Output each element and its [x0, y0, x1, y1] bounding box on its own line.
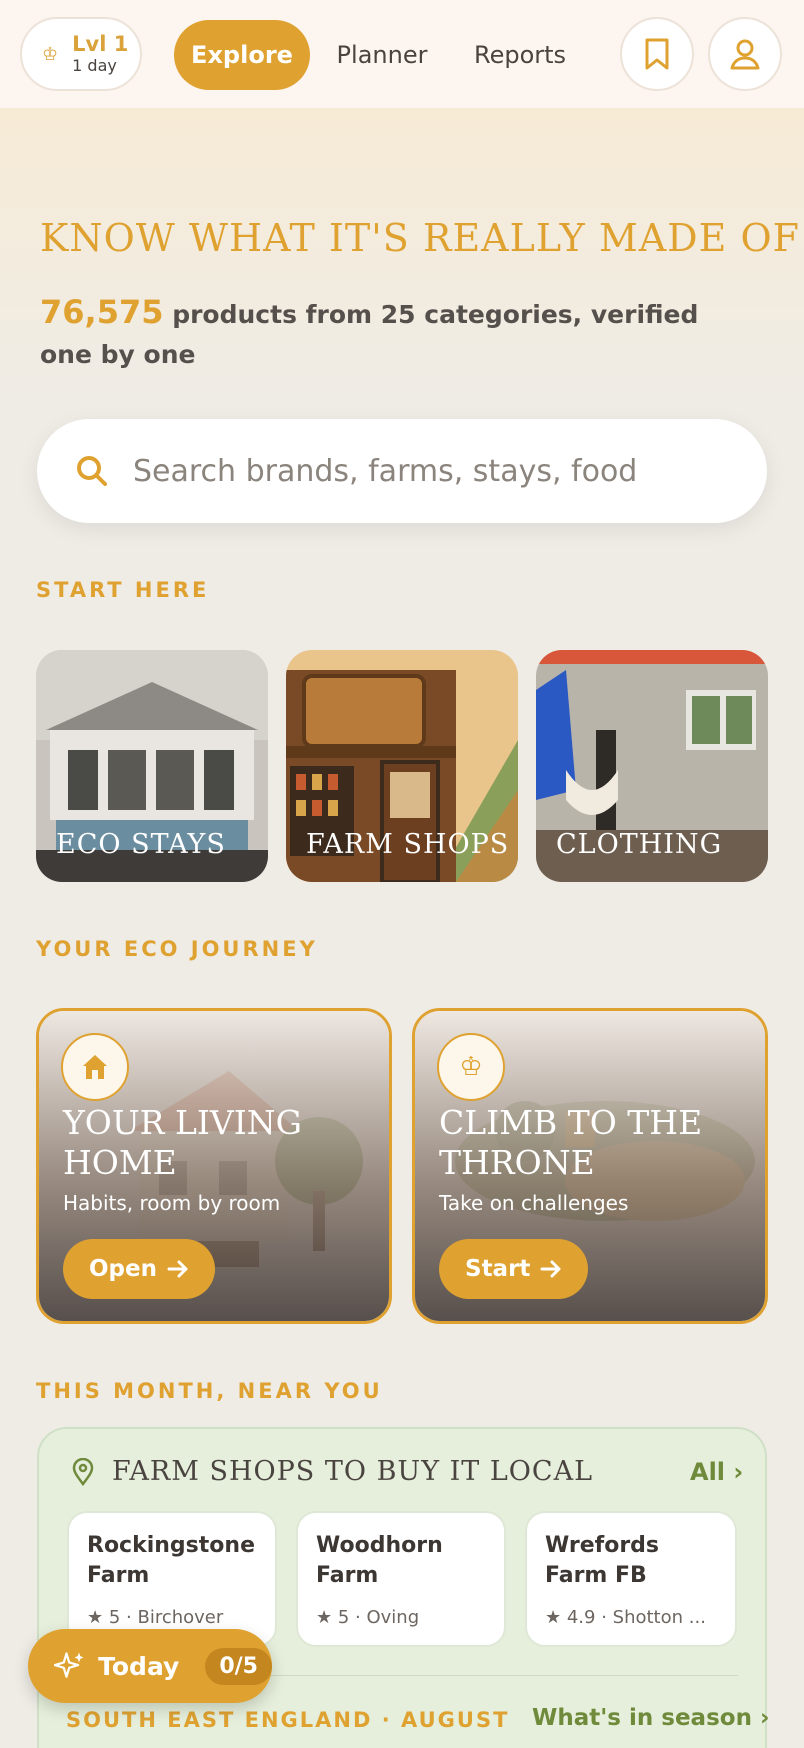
card-title: CLIMB TO THE THRONE [439, 1103, 703, 1182]
level-label: Lvl 1 [72, 32, 129, 56]
bookmarks-button[interactable] [620, 17, 694, 91]
shop-meta: ★ 5 · Oving [316, 1607, 420, 1628]
card-description: Habits, room by room [63, 1191, 281, 1215]
home-icon [83, 1055, 107, 1079]
page-headline: KNOW WHAT IT'S REALLY MADE OF [40, 216, 800, 260]
whats-in-season-link[interactable]: What's in season › [532, 1705, 769, 1731]
arrow-right-icon [540, 1260, 561, 1278]
search-input[interactable]: Search brands, farms, stays, food [133, 454, 637, 489]
crown-icon: ♔ [459, 1052, 483, 1082]
tab-reports[interactable]: Reports [458, 20, 582, 90]
profile-button[interactable] [708, 17, 782, 91]
shop-name: Woodhorn Farm [316, 1533, 443, 1588]
user-icon [730, 39, 760, 70]
card-title: YOUR LIVING HOME [63, 1103, 303, 1182]
today-count: 0/5 [205, 1647, 272, 1685]
region-label: SOUTH EAST ENGLAND · AUGUST [66, 1708, 510, 1732]
start-button-label: Start [465, 1256, 531, 1282]
eco-journey-label: YOUR ECO JOURNEY [36, 937, 318, 961]
shop-card[interactable]: Woodhorn Farm ★ 5 · Oving [296, 1511, 506, 1647]
tile-clothing[interactable]: CLOTHING [536, 650, 768, 882]
top-bar: ♔ Lvl 1 1 day Explore Planner Reports [0, 0, 804, 108]
tab-explore[interactable]: Explore [174, 20, 310, 90]
today-button[interactable]: Today 0/5 [28, 1629, 272, 1703]
crown-icon: ♔ [42, 43, 59, 65]
climb-throne-card[interactable]: ♔ CLIMB TO THE THRONE Take on challenges… [412, 1008, 768, 1324]
card-description: Take on challenges [439, 1191, 629, 1215]
near-you-label: THIS MONTH, NEAR YOU [36, 1379, 383, 1403]
search-icon [77, 456, 107, 486]
tab-planner[interactable]: Planner [322, 20, 442, 90]
start-here-label: START HERE [36, 578, 210, 602]
home-badge [61, 1033, 129, 1101]
tile-label: FARM SHOPS [306, 829, 510, 860]
shop-name: Rockingstone Farm [87, 1533, 255, 1588]
product-summary: 76,575 products from 25 categories, veri… [40, 292, 740, 375]
farm-shops-heading: FARM SHOPS TO BUY IT LOCAL [72, 1456, 593, 1487]
shop-card[interactable]: Wrefords Farm FB Wreford ... ★ 4.9 · Sho… [525, 1511, 737, 1647]
arrow-right-icon [167, 1260, 188, 1278]
farm-shops-title: FARM SHOPS TO BUY IT LOCAL [112, 1456, 594, 1487]
tile-eco-stays[interactable]: ECO STAYS [36, 650, 268, 882]
sparkles-icon [54, 1652, 84, 1678]
tile-farm-shops[interactable]: FARM SHOPS [286, 650, 518, 882]
start-button[interactable]: Start [439, 1239, 589, 1299]
product-count: 76,575 [40, 293, 164, 331]
shop-meta: ★ 5 · Birchover [87, 1607, 224, 1628]
tile-label: CLOTHING [556, 829, 723, 860]
tile-label: ECO STAYS [56, 829, 226, 860]
all-link[interactable]: All › [690, 1458, 743, 1486]
crown-badge: ♔ [437, 1033, 505, 1101]
level-pill[interactable]: ♔ Lvl 1 1 day [20, 17, 142, 91]
shop-meta: ★ 4.9 · Shotton ... [545, 1607, 706, 1628]
shop-name: Wrefords Farm FB Wreford ... [545, 1533, 660, 1588]
level-info: Lvl 1 1 day [72, 32, 128, 76]
location-pin-icon [72, 1457, 94, 1486]
today-label: Today [98, 1651, 180, 1681]
shop-card[interactable]: Rockingstone Farm ★ 5 · Birchover [67, 1511, 277, 1647]
streak-label: 1 day [72, 56, 117, 75]
search-bar[interactable]: Search brands, farms, stays, food [37, 419, 767, 523]
open-button[interactable]: Open [63, 1239, 215, 1299]
bookmark-icon [645, 38, 669, 70]
open-button-label: Open [89, 1256, 157, 1282]
living-home-card[interactable]: YOUR LIVING HOME Habits, room by room Op… [36, 1008, 392, 1324]
